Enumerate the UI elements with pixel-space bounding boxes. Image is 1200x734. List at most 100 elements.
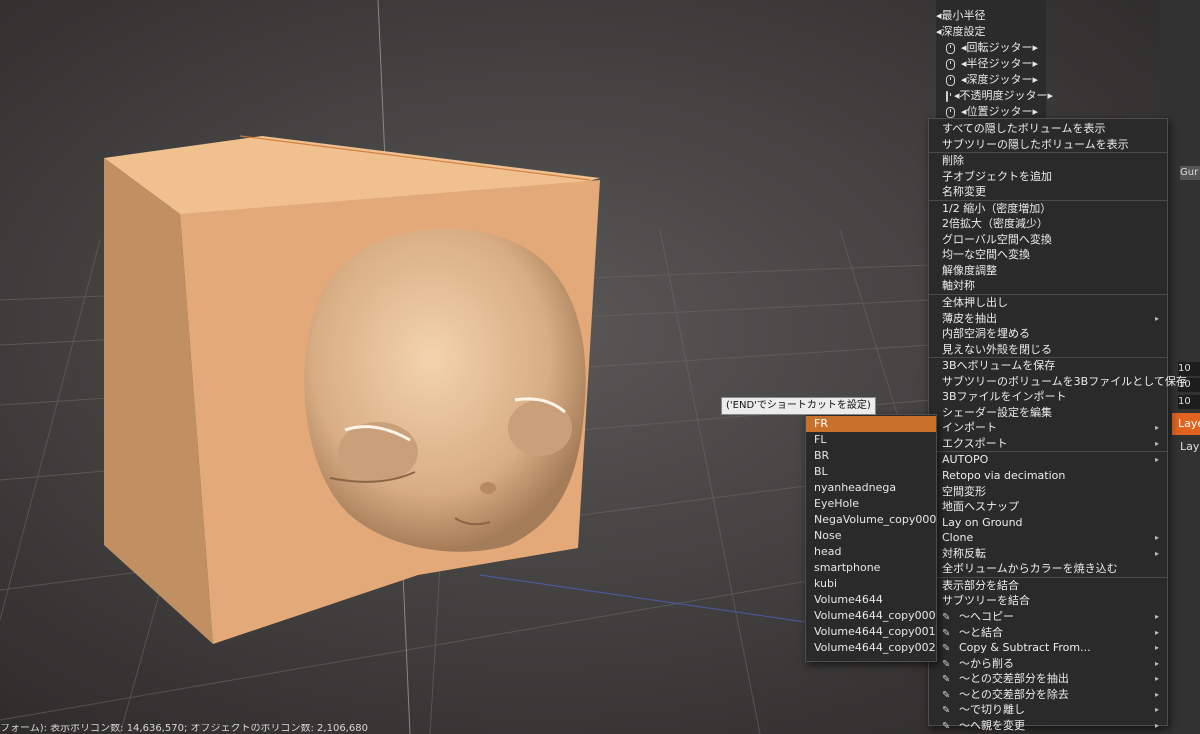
context-menu-item[interactable]: 均一な空間へ変換 <box>929 247 1167 263</box>
submenu-item[interactable]: EyeHole <box>806 496 936 512</box>
context-menu-item[interactable]: 3Bへボリュームを保存 <box>929 357 1167 374</box>
menu-item-label: 子オブジェクトを追加 <box>942 169 1052 183</box>
menu-item-label: 〜との交差部分を抽出 <box>959 672 1069 686</box>
submenu-arrow-icon: ▸ <box>1154 674 1159 684</box>
param-label: 回転ジッター <box>966 41 1033 54</box>
pencil-icon: ✎ <box>942 627 951 639</box>
context-menu-item[interactable]: ✎ 〜へ親を変更 ▸ <box>929 718 1167 734</box>
context-menu-item[interactable]: 削除 <box>929 152 1167 169</box>
submenu-item[interactable]: BR <box>806 448 936 464</box>
context-menu-item[interactable]: グローバル空間へ変換 <box>929 232 1167 248</box>
menu-item-label: Copy & Subtract From... <box>959 641 1091 655</box>
context-menu-item[interactable]: Retopo via decimation <box>929 468 1167 484</box>
context-menu-item[interactable]: ✎ 〜から削る ▸ <box>929 656 1167 672</box>
menu-item-label: 削除 <box>942 154 964 168</box>
mouse-icon <box>946 58 955 70</box>
param-label: 深度ジッター <box>966 73 1033 86</box>
context-menu-item[interactable]: 子オブジェクトを追加 <box>929 169 1167 185</box>
tab-gur[interactable]: Gur <box>1180 166 1200 180</box>
submenu-item[interactable]: head <box>806 544 936 560</box>
context-menu-item[interactable]: 2倍拡大（密度減少） <box>929 216 1167 232</box>
context-menu-item[interactable]: サブツリーの隠したボリュームを表示 <box>929 137 1167 153</box>
submenu-arrow-icon: ▸ <box>1154 720 1159 730</box>
context-menu-item[interactable]: シェーダー設定を編集 <box>929 405 1167 421</box>
pencil-icon: ✎ <box>942 643 951 655</box>
context-menu-item[interactable]: 地面へスナップ <box>929 499 1167 515</box>
head-sculpt[interactable] <box>304 228 586 552</box>
context-menu-item[interactable]: 空間変形 <box>929 484 1167 500</box>
context-menu-item[interactable]: ✎ 〜へコピー ▸ <box>929 609 1167 625</box>
param-depth-jitter[interactable]: ◂ 深度ジッター ▸ <box>936 72 1046 88</box>
context-menu-item[interactable]: 解像度調整 <box>929 263 1167 279</box>
pencil-icon: ✎ <box>942 674 951 686</box>
volume-list-submenu: FR FL BR BL nyanheadnega EyeHole NegaVolume_co… <box>805 414 937 662</box>
layer-label: Laye <box>1180 440 1200 453</box>
context-menu-item[interactable]: 全体押し出し <box>929 294 1167 311</box>
menu-item-label: 〜へコピー <box>959 609 1014 623</box>
context-menu-item[interactable]: サブツリーを結合 <box>929 593 1167 609</box>
context-menu-item[interactable]: Clone ▸ <box>929 530 1167 546</box>
context-menu-item[interactable]: 名称変更 <box>929 184 1167 200</box>
submenu-item[interactable]: Nose <box>806 528 936 544</box>
submenu-item[interactable]: NegaVolume_copy000 <box>806 512 936 528</box>
submenu-arrow-icon: ▸ <box>1154 689 1159 699</box>
context-menu-item[interactable]: ✎ 〜との交差部分を除去 ▸ <box>929 687 1167 703</box>
submenu-arrow-icon: ▸ <box>1154 705 1159 715</box>
context-menu-item[interactable]: サブツリーのボリュームを3Bファイルとして保存 <box>929 374 1187 390</box>
submenu-item[interactable]: FR <box>806 416 936 432</box>
context-menu-item[interactable]: 内部空洞を埋める <box>929 326 1167 342</box>
context-menu-item[interactable]: ✎ 〜で切り離し ▸ <box>929 702 1167 718</box>
param-opacity-jitter[interactable]: ◂ 不透明度ジッター ▸ <box>936 88 1053 104</box>
menu-item-label: 〜で切り離し <box>959 703 1025 717</box>
menu-item-label: 1/2 縮小（密度増加） <box>942 201 1052 215</box>
context-menu-item[interactable]: 3Bファイルをインポート <box>929 389 1167 405</box>
context-menu-item[interactable]: インポート ▸ <box>929 420 1167 436</box>
submenu-item[interactable]: FL <box>806 432 936 448</box>
submenu-arrow-icon: ▸ <box>1154 658 1159 668</box>
param-depth[interactable]: ◂ 深度設定 <box>936 24 1046 40</box>
submenu-item[interactable]: Volume4644_copy000 <box>806 608 936 624</box>
submenu-arrow-icon: ▸ <box>1154 627 1159 637</box>
menu-item-label: 2倍拡大（密度減少） <box>942 217 1048 231</box>
menu-item-label: 表示部分を結合 <box>942 578 1019 592</box>
submenu-item[interactable]: nyanheadnega <box>806 480 936 496</box>
context-menu-item[interactable]: ✎ Copy & Subtract From... ▸ <box>929 640 1167 656</box>
submenu-item[interactable]: smartphone <box>806 560 936 576</box>
context-menu-item[interactable]: 全ボリュームからカラーを焼き込む <box>929 561 1167 577</box>
context-menu-item[interactable]: エクスポート ▸ <box>929 436 1167 452</box>
menu-item-label: シェーダー設定を編集 <box>942 405 1052 419</box>
context-menu-item[interactable]: 1/2 縮小（密度増加） <box>929 199 1167 217</box>
context-menu-item[interactable]: AUTOPO ▸ <box>929 451 1167 468</box>
param-min-radius[interactable]: ◂ 最小半径 <box>936 8 1046 24</box>
menu-item-label: 全ボリュームからカラーを焼き込む <box>942 562 1118 576</box>
menu-item-label: 均一な空間へ変換 <box>942 248 1030 262</box>
param-radius-jitter[interactable]: ◂ 半径ジッター ▸ <box>936 56 1046 72</box>
submenu-item[interactable]: Volume4644_copy001 <box>806 624 936 640</box>
submenu-item[interactable]: kubi <box>806 576 936 592</box>
context-menu-item[interactable]: ✎ 〜との交差部分を抽出 ▸ <box>929 671 1167 687</box>
submenu-arrow-icon: ▸ <box>1154 313 1159 323</box>
shortcut-tooltip: ('END'でショートカットを設定) <box>721 397 876 415</box>
context-menu-item[interactable]: 薄皮を抽出 ▸ <box>929 311 1167 327</box>
context-menu-item[interactable]: ✎ 〜と結合 ▸ <box>929 625 1167 641</box>
submenu-item[interactable]: BL <box>806 464 936 480</box>
menu-item-label: 〜へ親を変更 <box>959 718 1025 732</box>
submenu-item[interactable]: Volume4644 <box>806 592 936 608</box>
context-menu-item[interactable]: 軸対称 <box>929 278 1167 294</box>
menu-item-label: サブツリーを結合 <box>942 594 1030 608</box>
context-menu-item[interactable]: Lay on Ground <box>929 515 1167 531</box>
layer-button[interactable]: Laye <box>1172 413 1200 435</box>
context-menu-item[interactable]: 表示部分を結合 <box>929 576 1167 594</box>
volume-context-menu: すべての隠したボリュームを表示 サブツリーの隠したボリュームを表示 削除 子オブジェク… <box>928 118 1187 732</box>
menu-item-label: 見えない外殻を閉じる <box>942 342 1052 356</box>
menu-item-label: サブツリーの隠したボリュームを表示 <box>942 137 1129 151</box>
context-menu-item[interactable]: 対称反転 ▸ <box>929 546 1167 562</box>
mouse-icon <box>946 74 955 86</box>
submenu-arrow-icon: ▸ <box>1154 438 1159 448</box>
submenu-item[interactable]: Volume4644_copy002 <box>806 640 936 656</box>
mouse-icon <box>946 42 955 54</box>
context-menu-item[interactable]: すべての隠したボリュームを表示 <box>929 121 1167 137</box>
param-rotation-jitter[interactable]: ◂ 回転ジッター ▸ <box>936 40 1046 56</box>
context-menu-item[interactable]: 見えない外殻を閉じる <box>929 342 1167 358</box>
value-field[interactable]: 10 <box>1178 395 1200 409</box>
